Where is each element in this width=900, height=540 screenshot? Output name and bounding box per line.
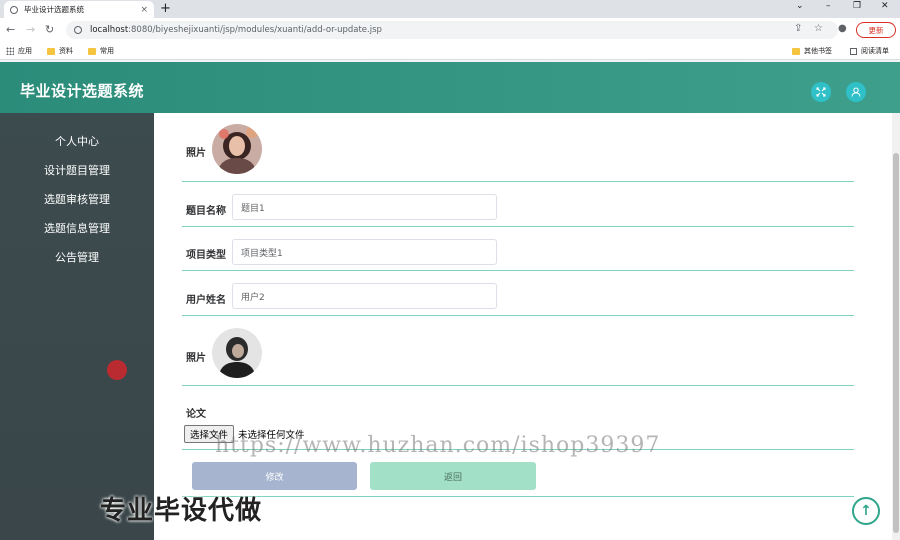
- user-icon[interactable]: [846, 82, 866, 102]
- restore-icon[interactable]: ❐: [853, 1, 861, 11]
- mouse-cursor-highlight: [107, 360, 127, 380]
- back-arrow-icon[interactable]: ←: [6, 23, 15, 36]
- update-button[interactable]: 更新: [856, 22, 896, 38]
- divider: [182, 270, 854, 271]
- back-button[interactable]: 返回: [370, 462, 536, 490]
- app-header: 毕业设计选题系统: [0, 62, 900, 113]
- sidebar: 个人中心 设计题目管理 选题审核管理 选题信息管理 公告管理: [0, 113, 154, 540]
- edit-button[interactable]: 修改: [192, 462, 357, 490]
- type-input[interactable]: [232, 239, 497, 265]
- title-input[interactable]: [232, 194, 497, 220]
- site-icon: [10, 5, 18, 14]
- bookmark-other[interactable]: 其他书签: [792, 46, 832, 56]
- paper-label: 论文: [186, 409, 206, 420]
- divider: [182, 226, 854, 227]
- reload-icon[interactable]: ↻: [45, 23, 54, 36]
- watermark-text: https://www.huzhan.com/ishop39397: [215, 433, 661, 458]
- divider: [182, 181, 854, 182]
- bookmark-apps-label: 应用: [18, 47, 32, 55]
- back-button-label: 返回: [443, 472, 462, 483]
- divider: [182, 496, 854, 497]
- url-path: :8080/biyeshejixuanti/jsp/modules/xuanti…: [128, 25, 382, 35]
- browser-tab-bar: 毕业设计选题系统 × + ⌄ – ❐ ✕: [0, 0, 900, 18]
- apps-grid-icon: [6, 47, 14, 55]
- page-scrollbar[interactable]: [892, 113, 900, 540]
- scrollbar-thumb[interactable]: [893, 153, 899, 533]
- url-host: localhost: [90, 25, 129, 35]
- divider: [182, 315, 854, 316]
- app-title: 毕业设计选题系统: [20, 82, 145, 100]
- sidebar-item-announcements[interactable]: 公告管理: [0, 249, 154, 265]
- photo1-image: [212, 124, 262, 174]
- close-window-icon[interactable]: ✕: [881, 1, 889, 11]
- update-label: 更新: [868, 25, 884, 35]
- divider: [182, 385, 854, 386]
- type-label: 项目类型: [186, 250, 226, 261]
- bookmark-item[interactable]: 资料: [47, 46, 73, 56]
- photo2-label: 照片: [186, 353, 206, 364]
- reading-list[interactable]: 阅读清单: [850, 46, 889, 56]
- sidebar-item-personal-center[interactable]: 个人中心: [0, 133, 154, 149]
- bookmark-apps[interactable]: 应用: [6, 46, 32, 56]
- new-tab-button[interactable]: +: [160, 1, 171, 16]
- bookmark-label: 常用: [100, 47, 114, 55]
- bookmark-item[interactable]: 常用: [88, 46, 114, 56]
- sidebar-item-selection-info[interactable]: 选题信息管理: [0, 220, 154, 236]
- promo-text: 专业毕设代做: [100, 496, 263, 526]
- address-bar-row: ← → ↻ localhost:8080/biyeshejixuanti/jsp…: [0, 18, 900, 42]
- edit-button-label: 修改: [265, 472, 284, 483]
- reading-list-icon: [850, 47, 857, 55]
- sidebar-item-review-management[interactable]: 选题审核管理: [0, 191, 154, 207]
- user-label: 用户姓名: [186, 295, 226, 306]
- minimize-icon[interactable]: –: [826, 1, 831, 11]
- tab-title: 毕业设计选题系统: [24, 5, 84, 14]
- photo2-image: [212, 328, 262, 378]
- tab-search-icon[interactable]: ⌄: [796, 1, 804, 11]
- title-label: 题目名称: [186, 206, 226, 217]
- url-field[interactable]: localhost:8080/biyeshejixuanti/jsp/modul…: [66, 21, 838, 39]
- star-icon[interactable]: ☆: [814, 23, 823, 34]
- reading-list-label: 阅读清单: [861, 47, 889, 55]
- sidebar-item-topic-management[interactable]: 设计题目管理: [0, 162, 154, 178]
- bookmark-label: 其他书签: [804, 47, 832, 55]
- bookmarks-bar: 应用 资料 常用 其他书签 阅读清单: [0, 42, 900, 60]
- fullscreen-icon[interactable]: [811, 82, 831, 102]
- profile-icon[interactable]: ●: [838, 23, 847, 34]
- browser-tab[interactable]: 毕业设计选题系统 ×: [4, 1, 154, 18]
- share-icon[interactable]: ⇪: [794, 23, 802, 34]
- bookmark-label: 资料: [59, 47, 73, 55]
- photo1-label: 照片: [186, 148, 206, 159]
- back-to-top-icon[interactable]: ↑: [852, 497, 880, 525]
- main-content: 照片 题目名称 项目类型 用户姓名 照片 论文 选择文件 未选择任何文件: [154, 113, 892, 540]
- folder-icon: [47, 47, 55, 55]
- user-input[interactable]: [232, 283, 497, 309]
- folder-icon: [88, 47, 96, 55]
- forward-arrow-icon[interactable]: →: [26, 23, 35, 36]
- tab-close-icon[interactable]: ×: [140, 5, 148, 15]
- folder-icon: [792, 47, 800, 55]
- info-icon[interactable]: [74, 26, 82, 34]
